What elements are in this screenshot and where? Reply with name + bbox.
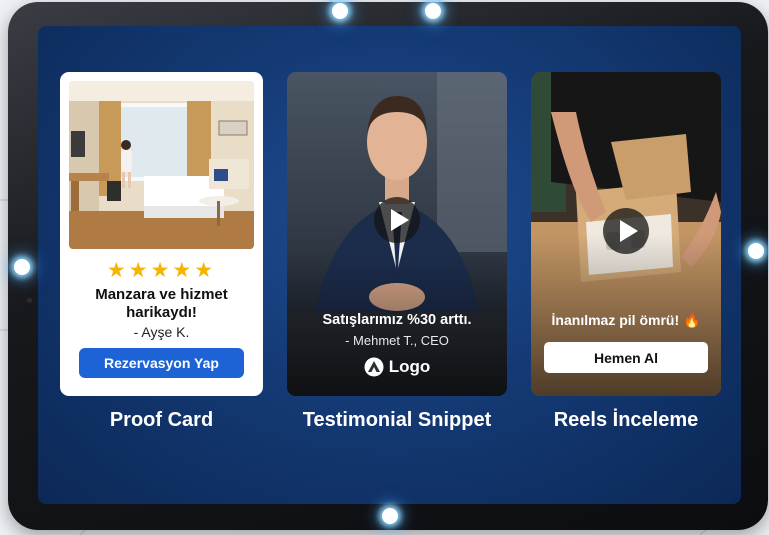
play-icon: [620, 220, 638, 242]
review-author: - Ayşe K.: [133, 324, 190, 340]
play-icon: [391, 209, 409, 231]
connector-dot-left: [14, 259, 30, 275]
brand-logo: Logo: [287, 357, 507, 377]
reservation-button[interactable]: Rezervasyon Yap: [79, 348, 244, 378]
caption-proof-card: Proof Card: [109, 409, 214, 431]
reels-video-card[interactable]: İnanılmaz pil ömrü! 🔥 Hemen Al: [531, 72, 721, 396]
connector-dot-bottom: [382, 508, 398, 524]
reels-play-button[interactable]: [603, 208, 649, 254]
hotel-room-photo: [69, 81, 254, 249]
caption-testimonial-snippet: Testimonial Snippet: [302, 409, 492, 431]
connector-dot-top-right: [425, 3, 441, 19]
rating-stars: ★★★★★: [106, 258, 217, 282]
connector-dot-right: [748, 243, 764, 259]
caption-reels-inceleme: Reels İnceleme: [553, 409, 699, 431]
testimonial-video-card[interactable]: Satışlarımız %30 arttı. - Mehmet T., CEO…: [287, 72, 507, 396]
review-text: Manzara ve hizmet harikaydı!: [95, 286, 228, 321]
proof-card: ★★★★★ Manzara ve hizmet harikaydı! - Ayş…: [60, 72, 263, 396]
testimonial-quote: Satışlarımız %30 arttı.: [322, 312, 472, 328]
testimonial-play-button[interactable]: [374, 197, 420, 243]
testimonial-author: - Mehmet T., CEO: [345, 333, 449, 348]
reels-overlay-text: İnanılmaz pil ömrü! 🔥: [551, 312, 701, 328]
connector-dot-top-left: [332, 3, 348, 19]
camera-dot: [27, 298, 32, 303]
buy-now-button[interactable]: Hemen Al: [544, 342, 708, 373]
logo-text: Logo: [388, 357, 431, 376]
logo-icon: [364, 357, 384, 377]
